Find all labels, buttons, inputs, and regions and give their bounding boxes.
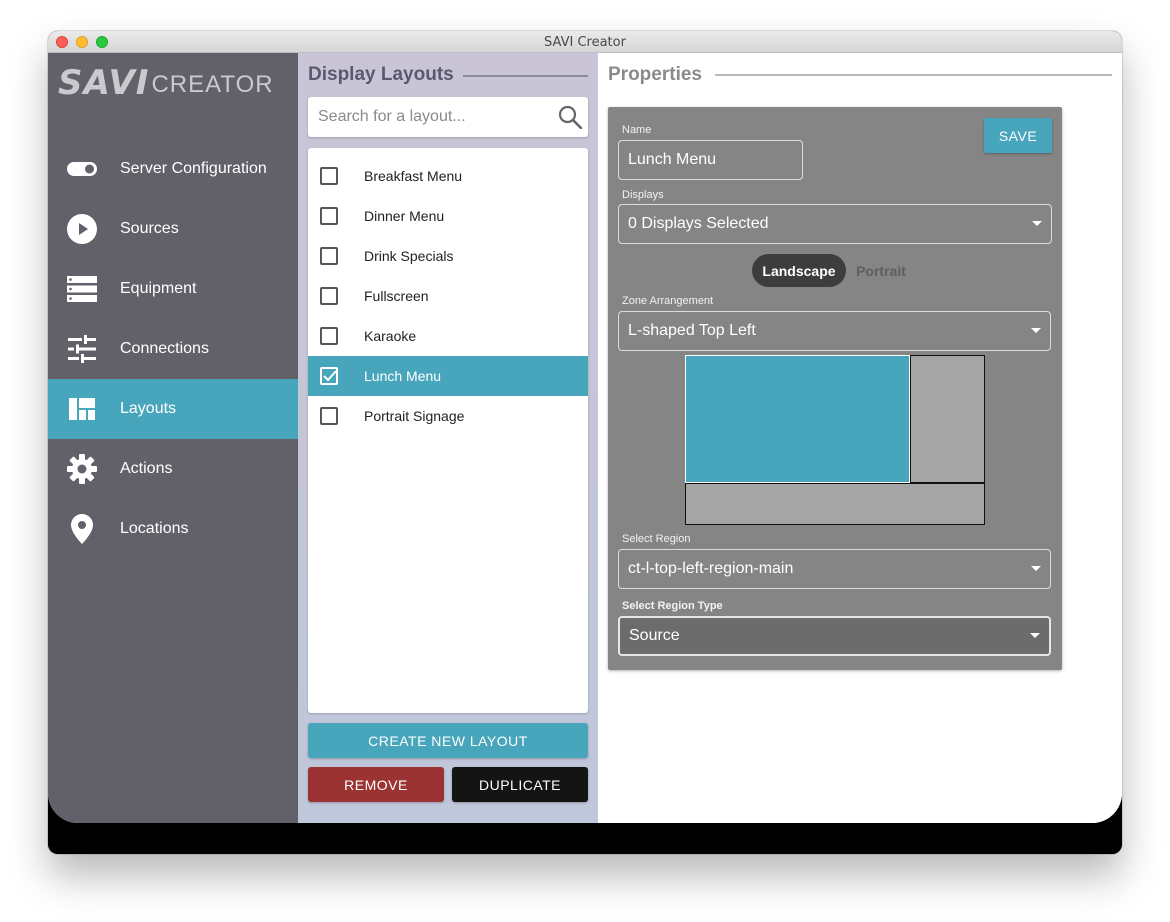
sidebar-item-layouts[interactable]: Layouts: [48, 379, 298, 439]
sliders-icon: [65, 332, 99, 366]
checkmark-icon: [323, 370, 337, 382]
sidebar-nav: Server Configuration Sources Equipment C…: [48, 139, 298, 559]
sidebar-item-label: Sources: [120, 220, 179, 237]
logo-sub-text: CREATOR: [151, 71, 274, 98]
list-item[interactable]: Fullscreen: [308, 276, 588, 316]
sidebar-item-server-configuration[interactable]: Server Configuration: [48, 139, 298, 199]
list-item[interactable]: Drink Specials: [308, 236, 588, 276]
zone-arrangement-value: L-shaped Top Left: [628, 322, 756, 339]
displays-select-value: 0 Displays Selected: [628, 215, 769, 232]
create-layout-button[interactable]: CREATE NEW LAYOUT: [308, 723, 588, 758]
sidebar-item-label: Server Configuration: [120, 160, 267, 177]
zone-arrangement-select[interactable]: L-shaped Top Left: [618, 311, 1051, 351]
chevron-down-icon: [1030, 633, 1040, 638]
properties-panel: Name Lunch Menu SAVE Displays 0 Displays…: [608, 107, 1062, 670]
layouts-panel: Display Layouts Breakfast Menu Dinner Me…: [298, 53, 598, 823]
checkbox[interactable]: [320, 287, 338, 305]
list-item[interactable]: Karaoke: [308, 316, 588, 356]
sidebar-item-actions[interactable]: Actions: [48, 439, 298, 499]
list-item-label: Portrait Signage: [364, 408, 465, 424]
layouts-panel-title: Display Layouts: [308, 64, 454, 85]
displays-select[interactable]: 0 Displays Selected: [618, 204, 1052, 244]
chevron-down-icon: [1032, 221, 1042, 226]
search-input[interactable]: [318, 97, 548, 137]
zone-arrangement-label: Zone Arrangement: [622, 295, 714, 307]
sidebar-item-label: Actions: [120, 460, 173, 477]
list-item-label: Karaoke: [364, 328, 417, 344]
list-item-label: Breakfast Menu: [364, 168, 463, 184]
region-type-select[interactable]: Source: [618, 616, 1051, 656]
chevron-down-icon: [1031, 328, 1041, 333]
title-bar: SAVI Creator: [48, 31, 1122, 53]
title-divider: [715, 74, 1112, 76]
properties-title: Properties: [608, 64, 702, 85]
select-region-label: Select Region: [622, 533, 691, 545]
sidebar: SAVI CREATOR Server Configuration Source…: [48, 53, 298, 823]
name-label: Name: [622, 124, 652, 136]
sidebar-item-label: Connections: [120, 340, 209, 357]
remove-button[interactable]: REMOVE: [308, 767, 444, 802]
list-item[interactable]: Breakfast Menu: [308, 156, 588, 196]
toggle-icon: [65, 152, 99, 186]
app-window: SAVI Creator SAVI CREATOR Server Configu…: [48, 31, 1122, 854]
sidebar-item-sources[interactable]: Sources: [48, 199, 298, 259]
landscape-toggle[interactable]: Landscape: [752, 254, 846, 287]
play-icon: [65, 212, 99, 246]
save-button[interactable]: SAVE: [984, 118, 1052, 153]
layout-icon: [65, 392, 99, 426]
app-logo: SAVI CREATOR: [58, 63, 274, 103]
layout-list: Breakfast Menu Dinner Menu Drink Special…: [308, 148, 588, 713]
title-divider: [463, 75, 588, 77]
sidebar-item-label: Locations: [120, 520, 189, 537]
list-item[interactable]: Portrait Signage: [308, 396, 588, 436]
sidebar-item-label: Layouts: [120, 400, 177, 417]
sidebar-item-connections[interactable]: Connections: [48, 319, 298, 379]
checkbox[interactable]: [320, 167, 338, 185]
list-item-label: Dinner Menu: [364, 208, 445, 224]
checkbox[interactable]: [320, 247, 338, 265]
layout-search: [308, 97, 588, 137]
region-type-select-value: Source: [629, 627, 680, 644]
checkbox[interactable]: [320, 407, 338, 425]
select-region-type-label: Select Region Type: [622, 600, 723, 612]
gear-icon: [65, 452, 99, 486]
window-title: SAVI Creator: [544, 35, 626, 50]
list-item-label: Lunch Menu: [364, 368, 442, 384]
checkbox[interactable]: [320, 207, 338, 225]
checkbox[interactable]: [320, 327, 338, 345]
app-content: SAVI CREATOR Server Configuration Source…: [48, 53, 1122, 823]
region-select-value: ct-l-top-left-region-main: [628, 560, 794, 577]
sidebar-item-locations[interactable]: Locations: [48, 499, 298, 559]
duplicate-button[interactable]: DUPLICATE: [452, 767, 588, 802]
search-icon[interactable]: [558, 105, 583, 130]
location-pin-icon: [65, 512, 99, 546]
displays-label: Displays: [622, 189, 664, 201]
region-select[interactable]: ct-l-top-left-region-main: [618, 549, 1051, 589]
sidebar-item-equipment[interactable]: Equipment: [48, 259, 298, 319]
logo-main-text: SAVI: [58, 63, 150, 103]
server-rack-icon: [65, 272, 99, 306]
checkbox-checked[interactable]: [320, 367, 338, 385]
portrait-toggle[interactable]: Portrait: [850, 254, 912, 287]
properties-area: Properties Name Lunch Menu SAVE Displays…: [598, 53, 1122, 823]
zone-bottom-region[interactable]: [685, 483, 985, 525]
sidebar-item-label: Equipment: [120, 280, 197, 297]
name-field[interactable]: Lunch Menu: [618, 140, 803, 180]
list-item-label: Drink Specials: [364, 248, 454, 264]
list-item-label: Fullscreen: [364, 288, 429, 304]
list-item-selected[interactable]: Lunch Menu: [308, 356, 588, 396]
zone-main-region[interactable]: [685, 355, 910, 483]
zone-side-region[interactable]: [910, 355, 985, 483]
list-item[interactable]: Dinner Menu: [308, 196, 588, 236]
zone-preview: [685, 355, 985, 525]
chevron-down-icon: [1031, 566, 1041, 571]
window-bottom-bar: [48, 823, 1122, 854]
